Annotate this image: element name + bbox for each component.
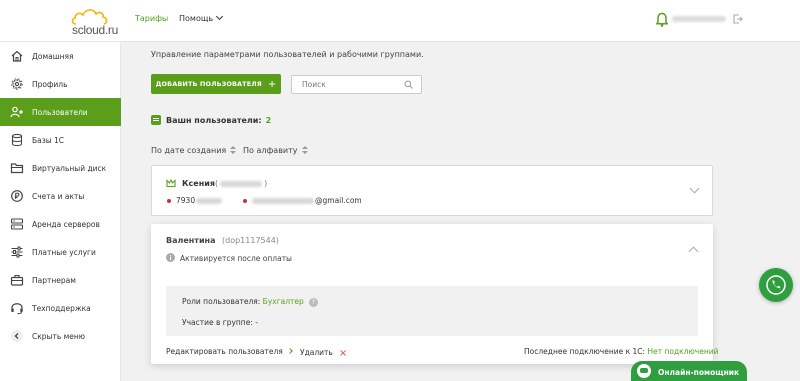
- sidebar-item-invoices[interactable]: Счета и акты: [0, 182, 121, 210]
- search-icon[interactable]: [404, 80, 413, 89]
- sidebar-item-label: Платные услуги: [32, 248, 96, 257]
- last-connection: Последнее подключение к 1С: Нет подключе…: [524, 347, 719, 356]
- user-email: @gmail.com: [252, 196, 362, 205]
- info-icon: [166, 253, 175, 262]
- user-card-1[interactable]: Ксения () 7930 @gmail.com: [151, 165, 713, 216]
- online-assistant-label: Онлайн-помощник: [658, 368, 740, 377]
- sidebar-item-profile[interactable]: Профиль: [0, 70, 121, 98]
- sidebar-item-partners[interactable]: Партнерам: [0, 266, 121, 294]
- sidebar-item-label: Скрыть меню: [32, 332, 86, 341]
- sidebar-item-label: Пользователи: [32, 108, 88, 117]
- home-icon: [11, 50, 23, 62]
- delete-user-link[interactable]: Удалить ×: [300, 347, 348, 359]
- chevron-down-icon[interactable]: [689, 183, 700, 194]
- nav-help-label: Помощь: [179, 14, 214, 23]
- edit-user-link[interactable]: Редактировать пользователя: [166, 347, 293, 356]
- sort-alphabetical-label: По алфавиту: [243, 146, 298, 155]
- nav-tariffs-link[interactable]: Тарифы: [135, 14, 168, 23]
- user-status: Активируется после оплаты: [180, 254, 292, 263]
- bell-icon[interactable]: [656, 12, 668, 27]
- chevron-up-icon[interactable]: [688, 246, 699, 257]
- sidebar-item-servers[interactable]: Аренда серверов: [0, 210, 121, 238]
- sidebar-item-label: Базы 1С: [32, 136, 65, 145]
- sidebar-item-home[interactable]: Домашняя: [0, 42, 121, 70]
- sidebar-item-databases[interactable]: Базы 1С: [0, 126, 121, 154]
- chevron-left-icon: [11, 330, 23, 342]
- sort-by-date-label: По дате создания: [151, 146, 227, 155]
- sidebar-item-label: Домашняя: [32, 52, 74, 61]
- sidebar-item-hide-menu[interactable]: Скрыть меню: [0, 322, 121, 350]
- sidebar-item-users[interactable]: Пользователи: [0, 98, 121, 126]
- users-count-value: 2: [265, 115, 272, 125]
- list-icon: [151, 115, 161, 125]
- nav-help-menu[interactable]: Помощь: [179, 12, 224, 23]
- sidebar-item-label: Техподдержка: [32, 304, 91, 313]
- last-connection-value: Нет подключений: [647, 347, 719, 356]
- sort-by-date[interactable]: По дате создания: [151, 146, 237, 155]
- sidebar-item-label: Счета и акты: [32, 192, 85, 201]
- briefcase-icon: [10, 274, 24, 286]
- server-icon: [10, 218, 24, 230]
- user-login: (dop1117544): [222, 236, 279, 245]
- user-account-name[interactable]: [672, 16, 726, 22]
- plus-icon: +: [267, 78, 277, 90]
- sidebar-item-support[interactable]: Техподдержка: [0, 294, 121, 322]
- search-input[interactable]: [292, 76, 392, 93]
- sidebar-item-paid-services[interactable]: Платные услуги: [0, 238, 121, 266]
- sidebar-item-virtual-disk[interactable]: Виртуальный диск: [0, 154, 121, 182]
- gear-icon: [11, 78, 23, 90]
- user-roles: Роли пользователя: Бухгалтер?: [182, 297, 318, 307]
- sidebar: Домашняя Профиль Пользователи Базы 1С Ви…: [0, 42, 121, 381]
- sort-arrows-icon: [301, 146, 308, 155]
- headset-icon: [11, 303, 23, 315]
- database-icon: [11, 133, 23, 147]
- sidebar-item-label: Аренда серверов: [32, 220, 100, 229]
- user-name: Валентина: [166, 236, 216, 245]
- close-icon: ×: [338, 348, 348, 359]
- users-count-label: Вашн пользователи:: [166, 115, 262, 125]
- folder-icon: [10, 163, 24, 174]
- ruble-icon: [11, 190, 23, 202]
- logout-icon[interactable]: [733, 14, 743, 24]
- call-button[interactable]: [759, 268, 793, 302]
- logo-text: scloud.ru: [72, 23, 118, 37]
- add-user-icon: [10, 106, 23, 118]
- email-dot: [243, 199, 247, 203]
- scloud-logo[interactable]: scloud.ru: [70, 6, 122, 38]
- sort-arrows-icon: [230, 146, 237, 155]
- sort-alphabetical[interactable]: По алфавиту: [243, 146, 308, 155]
- search-field[interactable]: [291, 75, 422, 94]
- user-group: Участие в группе: -: [182, 318, 258, 327]
- user-details-panel: Роли пользователя: Бухгалтер? Участие в …: [166, 286, 698, 336]
- phone-icon: [766, 275, 786, 295]
- role-link[interactable]: Бухгалтер: [263, 297, 304, 306]
- header: scloud.ru Тарифы Помощь: [0, 0, 800, 42]
- user-name: Ксения: [182, 179, 215, 188]
- user-login-hidden: (): [215, 179, 268, 188]
- add-user-button-label: ДОБАВИТЬ ПОЛЬЗОВАТЕЛЯ: [155, 80, 262, 88]
- chevron-down-icon: [216, 12, 224, 21]
- add-user-button[interactable]: ДОБАВИТЬ ПОЛЬЗОВАТЕЛЯ +: [151, 74, 281, 94]
- users-count: Вашн пользователи: 2: [151, 115, 271, 125]
- crown-icon: [166, 179, 176, 188]
- chat-icon: [637, 364, 651, 378]
- sliders-icon: [11, 246, 23, 258]
- user-card-2: Валентина (dop1117544) Активируется посл…: [151, 224, 718, 364]
- phone-dot: [167, 199, 171, 203]
- help-icon[interactable]: ?: [308, 297, 318, 307]
- sidebar-item-label: Профиль: [32, 80, 68, 89]
- online-assistant-tab[interactable]: Онлайн-помощник: [631, 361, 747, 381]
- chevron-right-icon: [286, 348, 293, 354]
- sidebar-item-label: Партнерам: [32, 276, 76, 285]
- sidebar-item-label: Виртуальный диск: [32, 164, 107, 173]
- page-description: Управление параметрами пользователей и р…: [151, 50, 424, 59]
- user-phone: 7930: [176, 196, 223, 205]
